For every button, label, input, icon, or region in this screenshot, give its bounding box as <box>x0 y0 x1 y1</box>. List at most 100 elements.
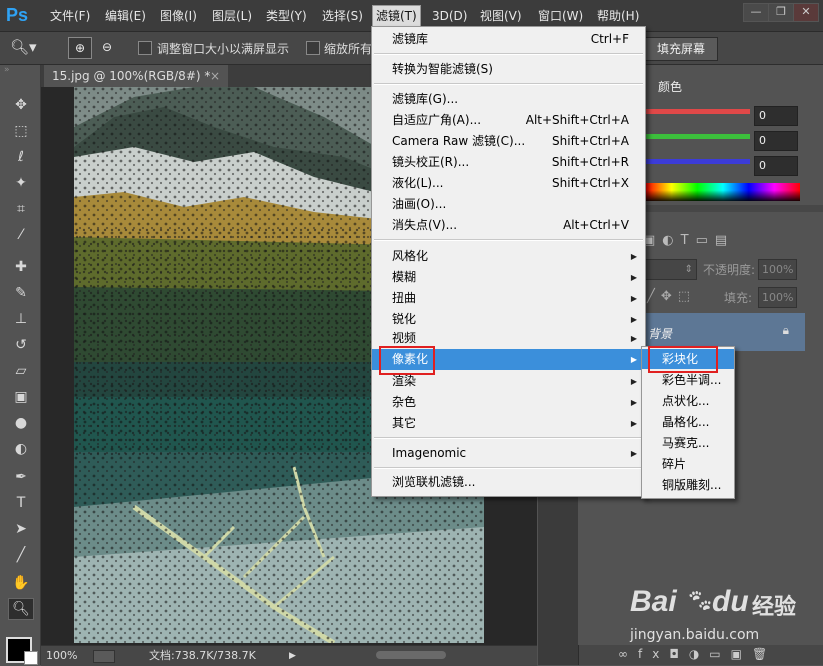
path-select-icon[interactable]: ➤ <box>10 519 32 539</box>
zoom-level-field[interactable]: 100% <box>41 646 90 666</box>
filter-menu-item[interactable]: Camera Raw 滤镜(C)... Shift+Ctrl+A <box>372 131 645 152</box>
menu-select[interactable]: 选择(S) <box>322 7 363 25</box>
filter-submenu-item[interactable]: 杂色 ▶ <box>372 392 645 413</box>
toolbox-grip-icon[interactable]: » <box>4 66 36 75</box>
eraser-icon[interactable]: ▱ <box>10 361 32 381</box>
menu-separator <box>374 467 643 469</box>
filter-submenu-item[interactable]: 风格化 ▶ <box>372 246 645 267</box>
filter-menu-item[interactable]: 滤镜库(G)... <box>372 89 645 110</box>
submenu-item[interactable]: 马赛克... <box>642 433 734 453</box>
layer-lock-icon: 🔒︎ <box>782 323 789 337</box>
menu-3d[interactable]: 3D(D) <box>432 7 467 25</box>
history-brush-icon[interactable]: ↺ <box>10 335 32 355</box>
marquee-icon[interactable]: ⬚ <box>10 121 32 141</box>
submenu-item[interactable]: 点状化... <box>642 391 734 411</box>
color-spectrum-shade <box>646 183 800 201</box>
red-value-field[interactable]: 0 <box>754 106 798 126</box>
submenu-arrow-icon: ▶ <box>630 315 637 324</box>
filter-menu-item[interactable]: 滤镜库 Ctrl+F <box>372 29 645 50</box>
submenu-item[interactable]: 晶格化... <box>642 412 734 432</box>
opacity-label: 不透明度: <box>703 263 756 277</box>
menu-type[interactable]: 类型(Y) <box>266 7 307 25</box>
filter-menu-item[interactable]: 自适应广角(A)... Alt+Shift+Ctrl+A <box>372 110 645 131</box>
status-menu-arrow-icon[interactable]: ▶ <box>289 646 296 666</box>
horizontal-scrollbar[interactable] <box>376 651 446 659</box>
menu-help[interactable]: 帮助(H) <box>597 7 639 25</box>
menu-window[interactable]: 窗口(W) <box>538 7 583 25</box>
filter-menu-item[interactable]: 镜头校正(R)... Shift+Ctrl+R <box>372 152 645 173</box>
tab-close-icon[interactable]: × <box>210 65 220 87</box>
minimize-icon[interactable]: — <box>743 3 769 22</box>
menu-view[interactable]: 视图(V) <box>480 7 522 25</box>
submenu-item[interactable]: 彩色半调... <box>642 370 734 390</box>
filter-submenu-item[interactable]: 模糊 ▶ <box>372 267 645 288</box>
pixelate-submenu: 彩块化 彩色半调... 点状化... 晶格化... 马赛克... 碎片 铜版雕刻… <box>641 346 735 499</box>
blue-slider[interactable] <box>646 159 750 164</box>
filter-menu-item[interactable]: 油画(O)... <box>372 194 645 215</box>
zoom-tool-preset-icon[interactable]: 🔍︎▾ <box>10 38 48 58</box>
line-icon[interactable]: ╱ <box>10 545 32 565</box>
color-panel-tab[interactable]: 颜色 <box>650 78 691 96</box>
submenu-item[interactable]: 碎片 <box>642 454 734 474</box>
zoom-icon[interactable]: 🔍︎ <box>8 598 34 620</box>
resize-window-checkbox[interactable] <box>138 41 152 55</box>
move-icon[interactable]: ✥ <box>10 95 32 115</box>
green-value-field[interactable]: 0 <box>754 131 798 151</box>
document-tab[interactable]: 15.jpg @ 100%(RGB/8#) * × <box>44 65 228 87</box>
background-color-swatch[interactable] <box>24 651 38 665</box>
menu-image[interactable]: 图像(I) <box>160 7 197 25</box>
submenu-item[interactable]: 铜版雕刻... <box>642 475 734 495</box>
submenu-arrow-icon: ▶ <box>630 377 637 386</box>
filter-menu-item[interactable]: 液化(L)... Shift+Ctrl+X <box>372 173 645 194</box>
zoom-out-icon[interactable]: ⊖ <box>96 37 118 57</box>
filter-submenu-item[interactable]: 渲染 ▶ <box>372 371 645 392</box>
blue-value-field[interactable]: 0 <box>754 156 798 176</box>
pen-icon[interactable]: ✒ <box>10 467 32 487</box>
filter-submenu-item[interactable]: 其它 ▶ <box>372 413 645 434</box>
eyedropper-icon[interactable]: ⁄ <box>10 225 32 245</box>
submenu-arrow-icon: ▶ <box>630 398 637 407</box>
status-preview-icon[interactable] <box>93 650 115 663</box>
photoshop-logo: Ps <box>6 5 29 25</box>
lasso-icon[interactable]: ℓ <box>10 147 32 167</box>
lock-icons[interactable]: ╱✥⬚ <box>647 289 696 304</box>
brush-icon[interactable]: ✎ <box>10 283 32 303</box>
baidu-watermark: Bai 🐾︎ du 经验 jingyan.baidu.com <box>598 575 820 655</box>
submenu-arrow-icon: ▶ <box>630 294 637 303</box>
menu-filter[interactable]: 滤镜(T) <box>372 5 421 27</box>
hand-icon[interactable]: ✋ <box>10 573 32 593</box>
zoom-in-icon[interactable]: ⊕ <box>68 37 92 59</box>
watermark-brand-cn: 经验 <box>752 595 797 620</box>
type-icon[interactable]: T <box>10 493 32 513</box>
filter-submenu-item[interactable]: 锐化 ▶ <box>372 309 645 330</box>
menu-file[interactable]: 文件(F) <box>50 7 90 25</box>
filter-submenu-item-imagenomic[interactable]: Imagenomic ▶ <box>372 443 645 464</box>
magic-wand-icon[interactable]: ✦ <box>10 173 32 193</box>
gradient-icon[interactable]: ▣ <box>10 387 32 407</box>
red-slider[interactable] <box>646 109 750 114</box>
fill-field[interactable]: 100% <box>758 287 797 308</box>
watermark-brand-right: du <box>712 585 749 618</box>
menu-edit[interactable]: 编辑(E) <box>105 7 146 25</box>
stamp-icon[interactable]: ⊥ <box>10 309 32 329</box>
green-slider[interactable] <box>646 134 750 139</box>
fill-screen-button[interactable]: 填充屏幕 <box>644 37 718 61</box>
blend-mode-select[interactable]: ⇕ <box>644 259 697 280</box>
filter-menu-item[interactable]: 转换为智能滤镜(S) <box>372 59 645 80</box>
healing-icon[interactable]: ✚ <box>10 257 32 277</box>
dodge-icon[interactable]: ◐ <box>10 439 32 459</box>
layer-filter-icons[interactable]: ▣◐T▭▤ <box>643 233 803 249</box>
opacity-field[interactable]: 100% <box>758 259 797 280</box>
filter-menu-item[interactable]: 浏览联机滤镜... <box>372 472 645 493</box>
maximize-icon[interactable]: ❐ <box>768 3 794 22</box>
blur-icon[interactable]: ● <box>10 413 32 433</box>
menu-separator <box>374 239 643 241</box>
menu-layer[interactable]: 图层(L) <box>212 7 252 25</box>
close-icon[interactable]: ✕ <box>793 3 819 22</box>
filter-submenu-item[interactable]: 扭曲 ▶ <box>372 288 645 309</box>
submenu-arrow-icon: ▶ <box>630 419 637 428</box>
filter-menu-item[interactable]: 消失点(V)... Alt+Ctrl+V <box>372 215 645 236</box>
submenu-arrow-icon: ▶ <box>630 449 637 458</box>
crop-icon[interactable]: ⌗ <box>10 199 32 219</box>
zoom-all-checkbox[interactable] <box>306 41 320 55</box>
